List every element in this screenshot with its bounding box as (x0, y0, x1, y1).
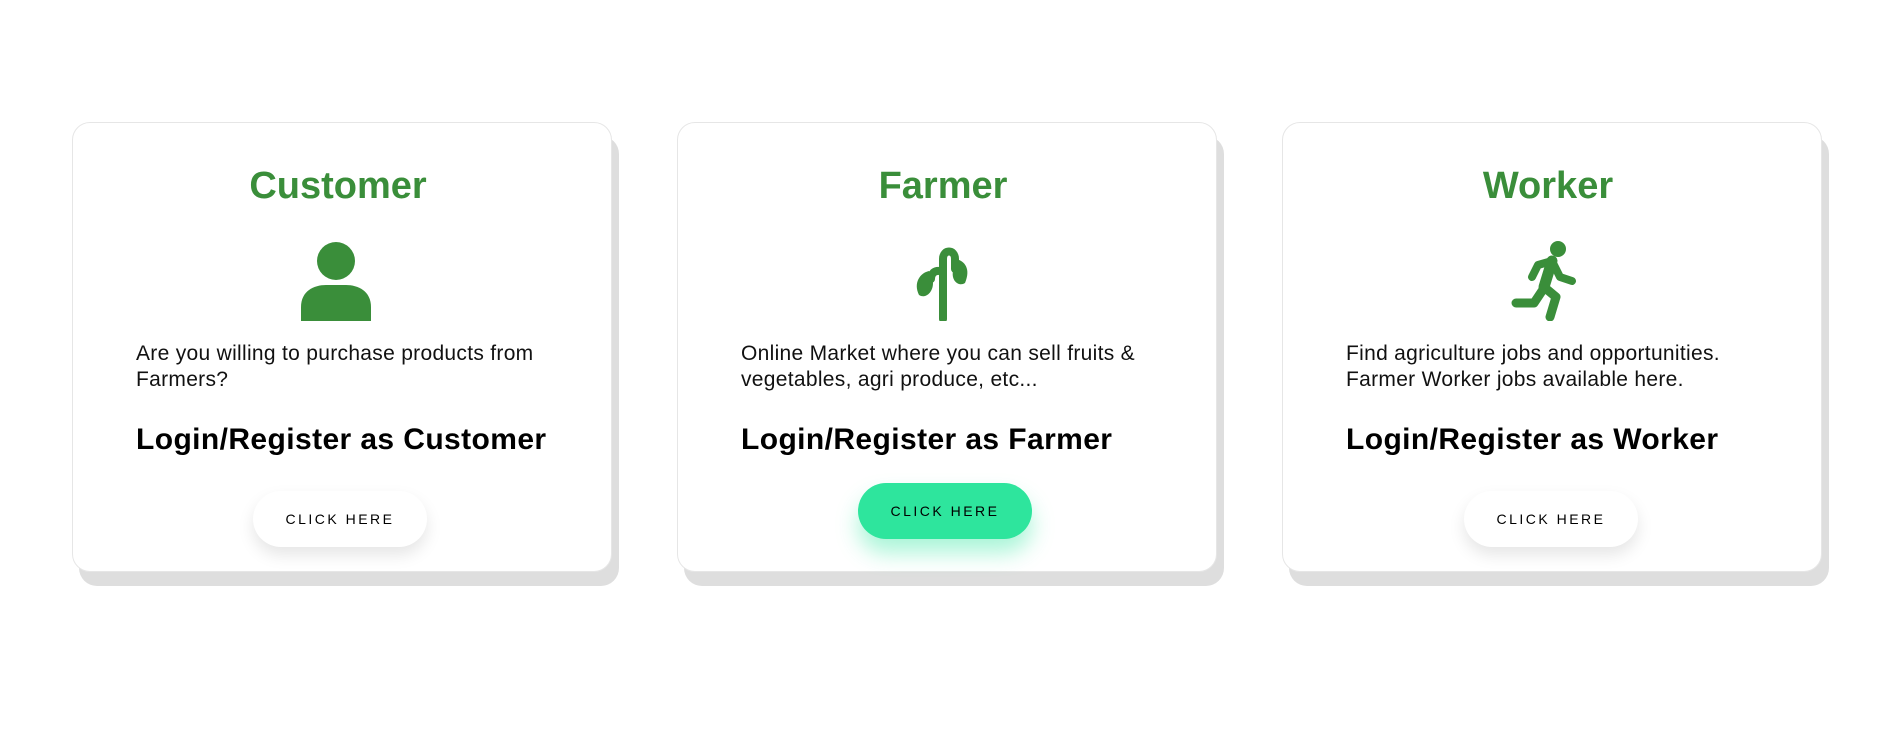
sprout-icon (903, 241, 983, 321)
customer-card: Customer Are you willing to purchase pro… (72, 122, 612, 572)
card-cta-heading: Login/Register as Farmer (741, 423, 1113, 456)
card-description: Online Market where you can sell fruits … (741, 342, 1135, 391)
card-title: Farmer (878, 165, 1008, 207)
card-description: Find agriculture jobs and opportunities.… (1346, 342, 1720, 391)
card-cta-heading: Login/Register as Worker (1346, 423, 1719, 456)
farmer-click-here-button[interactable]: CLICK HERE (858, 483, 1032, 539)
card-description: Are you willing to purchase products fro… (136, 342, 534, 391)
worker-card: Worker Find agriculture jobs and opportu… (1282, 122, 1822, 572)
running-person-icon (1508, 241, 1588, 321)
farmer-card: Farmer Online Market where you can sell … (677, 122, 1217, 572)
card-title: Worker (1482, 165, 1614, 207)
card-cta-heading: Login/Register as Customer (136, 423, 547, 456)
person-icon (296, 241, 376, 321)
worker-click-here-button[interactable]: CLICK HERE (1464, 491, 1638, 547)
role-cards: Customer Are you willing to purchase pro… (72, 122, 1822, 572)
card-title: Customer (249, 165, 427, 207)
customer-click-here-button[interactable]: CLICK HERE (253, 491, 427, 547)
